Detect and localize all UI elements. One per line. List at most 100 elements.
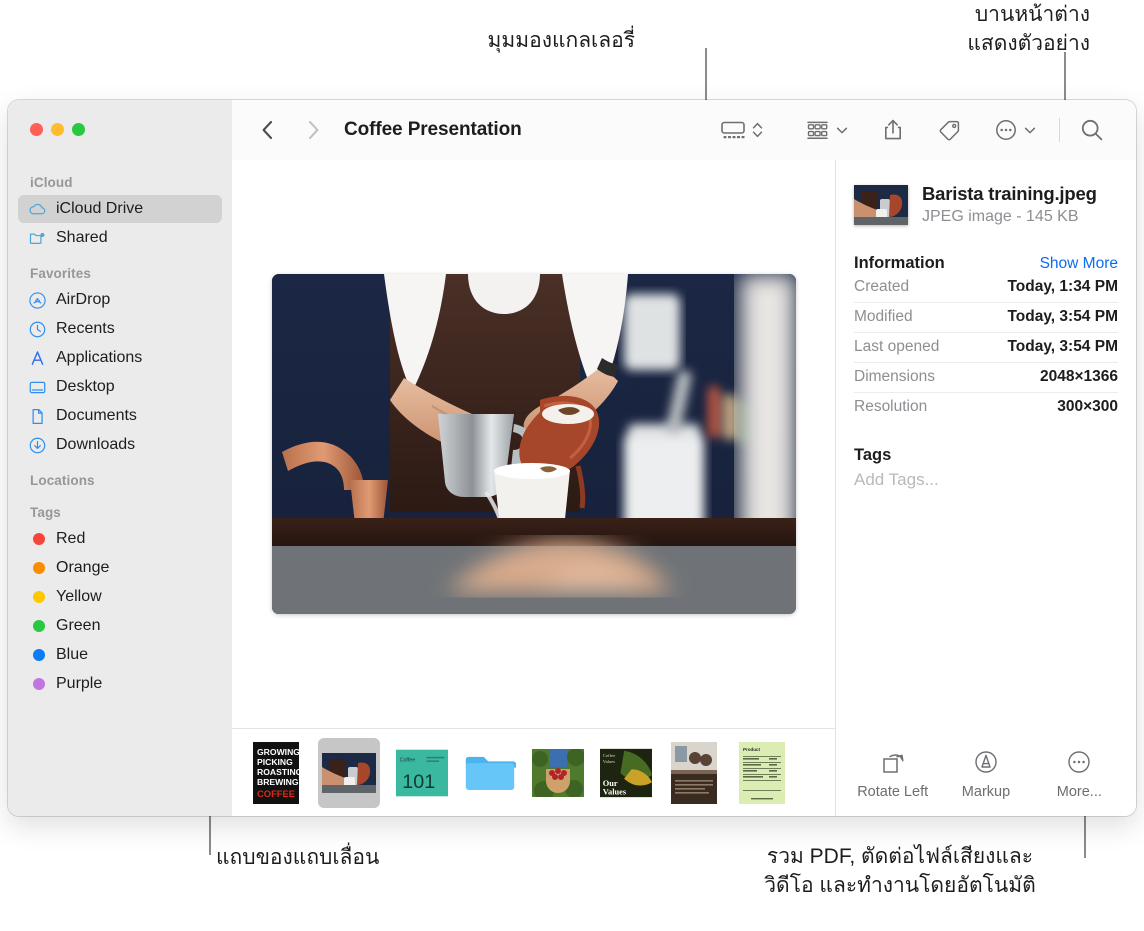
info-row-key: Created (854, 278, 910, 296)
toolbar: Coffee Presentation (232, 100, 1136, 161)
thumbnail-product-spreadsheet[interactable]: Product (736, 741, 788, 804)
search-icon (1081, 119, 1103, 141)
zoom-button[interactable] (72, 123, 85, 136)
gallery-view-icon (721, 121, 745, 139)
sidebar: iCloud iCloud Drive Shared Favorites Air… (8, 100, 232, 816)
minimize-button[interactable] (51, 123, 64, 136)
information-title: Information (854, 253, 945, 272)
back-button[interactable] (250, 120, 284, 140)
tag-dot-icon (28, 559, 47, 578)
svg-text:GROWING: GROWING (257, 747, 299, 757)
applications-icon (28, 349, 47, 368)
show-more-link[interactable]: Show More (1040, 255, 1118, 273)
file-name: Barista training.jpeg (922, 183, 1097, 204)
sidebar-item-shared[interactable]: Shared (18, 224, 222, 252)
sidebar-tag-green[interactable]: Green (18, 612, 222, 640)
tags-title: Tags (854, 445, 892, 464)
desktop-icon (28, 378, 47, 397)
thumbnail-coffee-101-slide[interactable]: Coffee 101 (396, 742, 448, 804)
sidebar-tag-blue[interactable]: Blue (18, 641, 222, 669)
airdrop-icon (28, 291, 47, 310)
share-button[interactable] (873, 110, 913, 150)
clock-icon (28, 320, 47, 339)
tag-button[interactable] (927, 110, 971, 150)
chevron-down-icon (836, 127, 848, 133)
sidebar-tag-orange[interactable]: Orange (18, 554, 222, 582)
thumbnail-barista-training-photo[interactable] (318, 737, 380, 808)
search-button[interactable] (1070, 110, 1114, 150)
hero-image[interactable] (271, 274, 796, 614)
sidebar-item-icloud-drive[interactable]: iCloud Drive (18, 195, 222, 223)
gallery-view: GROWINGPICKING ROASTINGBREWING COFFEE (232, 160, 835, 816)
quick-action-markup[interactable]: Markup (943, 749, 1029, 800)
downloads-icon (28, 436, 47, 455)
info-row-key: Resolution (854, 398, 928, 416)
tag-dot-icon (28, 530, 47, 549)
svg-text:Values: Values (603, 787, 627, 796)
svg-text:Coffee: Coffee (400, 757, 416, 763)
thumbnail-cafe-meeting-document[interactable] (668, 741, 720, 804)
quick-actions-bar: Rotate Left Markup More... (846, 749, 1126, 800)
thumbnail-our-values-slide[interactable]: Coffee Values Our Values (600, 742, 652, 804)
info-row-value: Today, 3:54 PM (1007, 308, 1118, 326)
close-button[interactable] (30, 123, 43, 136)
window-controls (30, 123, 85, 136)
forward-button[interactable] (296, 120, 330, 140)
annotation-preview-pane: บานหน้าต่าง แสดงตัวอย่าง (967, 3, 1090, 55)
info-row-value: Today, 1:34 PM (1007, 278, 1118, 296)
tag-dot-icon (28, 617, 47, 636)
sidebar-item-downloads[interactable]: Downloads (18, 431, 222, 459)
sidebar-item-label: Desktop (56, 378, 115, 395)
share-icon (885, 119, 901, 140)
sidebar-tag-red[interactable]: Red (18, 525, 222, 553)
svg-text:Coffee: Coffee (603, 754, 616, 759)
sidebar-item-applications[interactable]: Applications (18, 344, 222, 372)
sidebar-item-label: iCloud Drive (56, 200, 144, 217)
quick-action-more[interactable]: More... (1036, 749, 1122, 800)
more-actions-button[interactable] (985, 110, 1045, 150)
sidebar-item-documents[interactable]: Documents (18, 402, 222, 430)
group-items-control[interactable] (796, 110, 857, 150)
thumbnail-blue-folder[interactable] (464, 742, 516, 804)
finder-window: iCloud iCloud Drive Shared Favorites Air… (8, 100, 1136, 816)
up-down-chevrons-icon (752, 122, 763, 138)
thumbnail-coffee-cherries-harvest-photo[interactable] (532, 742, 584, 804)
view-mode-control[interactable] (711, 110, 772, 150)
sidebar-item-label: Downloads (56, 436, 136, 453)
thumbnail-growing-picking-roasting-brewing-coffee-poster[interactable]: GROWING PICKING ROASTING BREWING COFFEE (250, 741, 302, 804)
sidebar-item-label: Purple (56, 675, 103, 692)
info-row-created: Created Today, 1:34 PM (854, 273, 1118, 303)
file-kind-and-size: JPEG image - 145 KB (922, 208, 1079, 226)
sidebar-item-recents[interactable]: Recents (18, 315, 222, 343)
svg-text:COFFEE: COFFEE (257, 788, 295, 799)
sidebar-item-desktop[interactable]: Desktop (18, 373, 222, 401)
scrubber-bar[interactable]: GROWINGPICKING ROASTINGBREWING COFFEE (232, 728, 835, 816)
annotation-scrubber-bar: แถบของแถบเลื่อน (216, 846, 380, 869)
quick-action-label: Rotate Left (857, 784, 929, 800)
sidebar-section-tags: Tags (30, 505, 61, 520)
svg-text:BREWING: BREWING (257, 777, 299, 787)
svg-text:Values: Values (603, 759, 616, 764)
sidebar-item-airdrop[interactable]: AirDrop (18, 286, 222, 314)
svg-text:101: 101 (402, 771, 435, 793)
annotation-gallery-view: มุมมองแกลเลอรี่ (487, 29, 635, 52)
screenshot-stage: มุมมองแกลเลอรี่ บานหน้าต่าง แสดงตัวอย่าง… (0, 0, 1144, 931)
info-row-value: 300×300 (1057, 398, 1118, 416)
sidebar-tag-purple[interactable]: Purple (18, 670, 222, 698)
sidebar-tag-yellow[interactable]: Yellow (18, 583, 222, 611)
sidebar-item-label: Blue (56, 646, 89, 663)
info-row-last-opened: Last opened Today, 3:54 PM (854, 333, 1118, 363)
info-row-key: Dimensions (854, 368, 935, 386)
info-row-dimensions: Dimensions 2048×1366 (854, 363, 1118, 393)
info-row-value: Today, 3:54 PM (1007, 338, 1118, 356)
group-items-icon (807, 121, 828, 139)
chevron-right-icon (308, 120, 318, 140)
shared-folder-icon (28, 229, 47, 248)
ellipsis-circle-icon (996, 120, 1016, 140)
sidebar-scroll-area[interactable]: iCloud iCloud Drive Shared Favorites Air… (8, 162, 232, 816)
add-tags-field[interactable]: Add Tags... (854, 470, 1118, 490)
quick-action-rotate-left[interactable]: Rotate Left (850, 749, 936, 800)
sidebar-section-icloud: iCloud (30, 175, 73, 190)
sidebar-item-label: Orange (56, 559, 110, 576)
information-header: Information Show More (854, 254, 1118, 273)
